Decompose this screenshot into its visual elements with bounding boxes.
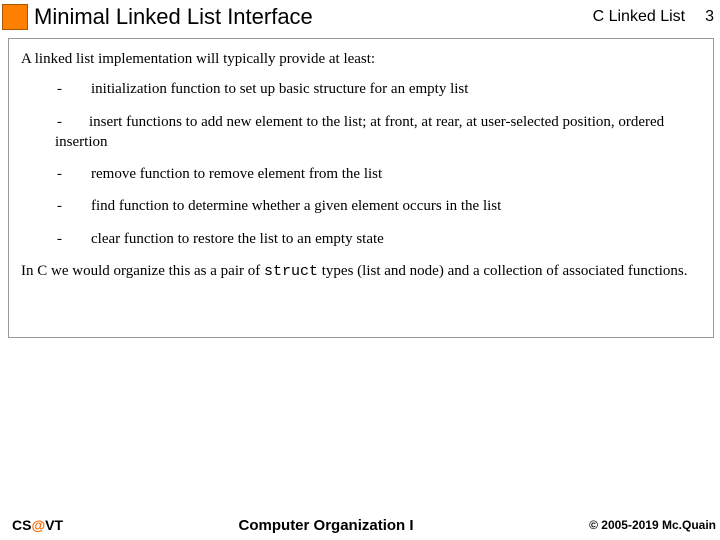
bullet-text: initialization function to set up basic …: [91, 79, 701, 99]
bullet-text: remove function to remove element from t…: [91, 164, 701, 184]
bullet-text: insert functions to add new element to t…: [55, 112, 701, 153]
footer-copyright: © 2005-2019 Mc.Quain: [589, 518, 716, 532]
subject-label: C Linked List: [593, 8, 686, 26]
bullet-text: clear function to restore the list to an…: [91, 229, 701, 249]
bullet-dash-icon: -: [57, 164, 91, 184]
list-item: - insert functions to add new element to…: [57, 112, 701, 153]
intro-text: A linked list implementation will typica…: [21, 49, 701, 69]
code-struct: struct: [264, 263, 318, 280]
list-item: - find function to determine whether a g…: [57, 196, 701, 216]
content-panel: A linked list implementation will typica…: [8, 38, 714, 338]
list-item: - initialization function to set up basi…: [57, 79, 701, 99]
footer-center: Computer Organization I: [63, 517, 589, 534]
slide-footer: CS@VT Computer Organization I © 2005-201…: [0, 514, 720, 536]
header-right: C Linked List 3: [593, 8, 714, 26]
closing-text: In C we would organize this as a pair of…: [21, 261, 701, 282]
bullet-dash-icon: -: [57, 196, 91, 216]
list-item: - clear function to restore the list to …: [57, 229, 701, 249]
list-item: - remove function to remove element from…: [57, 164, 701, 184]
slide-title: Minimal Linked List Interface: [34, 4, 593, 30]
accent-square-icon: [2, 4, 28, 30]
bullet-dash-icon: -: [57, 229, 91, 249]
at-icon: @: [31, 517, 45, 533]
bullet-dash-icon: -: [57, 79, 91, 99]
bullet-list: - initialization function to set up basi…: [57, 79, 701, 249]
footer-left: CS@VT: [12, 517, 63, 533]
page-number: 3: [705, 8, 714, 26]
slide-header: Minimal Linked List Interface C Linked L…: [0, 0, 720, 34]
bullet-text: find function to determine whether a giv…: [91, 196, 701, 216]
